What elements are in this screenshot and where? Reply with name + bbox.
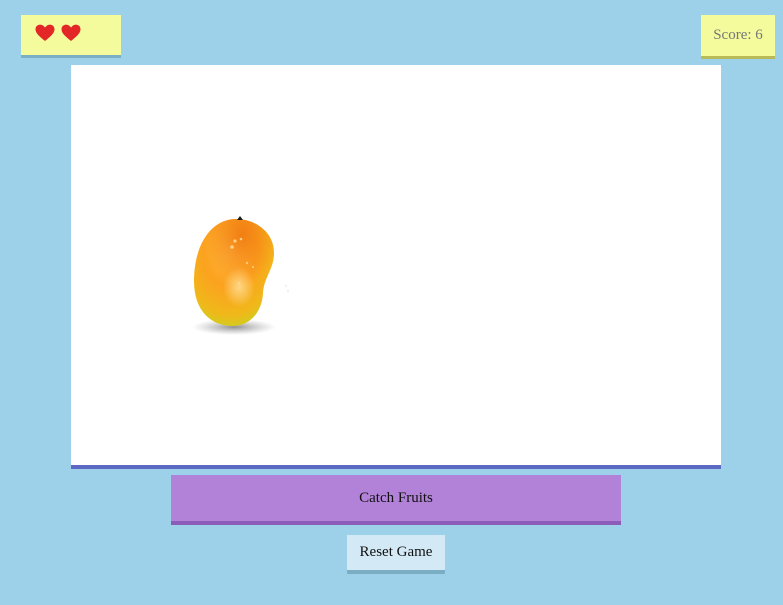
heart-icon: [61, 24, 81, 41]
heart-icon: [35, 24, 55, 41]
lives-panel: [21, 15, 121, 55]
score-display: Score: 6: [701, 15, 775, 56]
reset-game-button[interactable]: Reset Game: [347, 535, 445, 574]
mango-icon[interactable]: [191, 215, 301, 340]
game-play-area[interactable]: [71, 65, 721, 469]
catch-fruits-button[interactable]: Catch Fruits: [171, 475, 621, 525]
